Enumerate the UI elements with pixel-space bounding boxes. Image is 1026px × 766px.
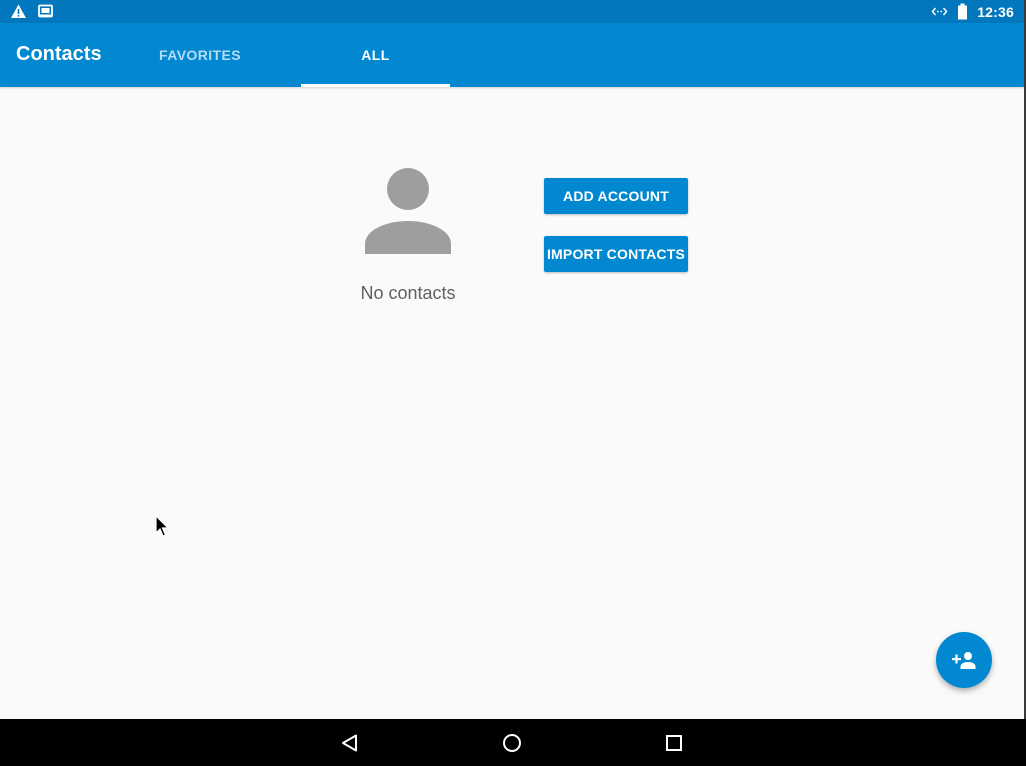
screen-icon <box>37 3 54 20</box>
import-contacts-button[interactable]: IMPORT CONTACTS <box>544 236 688 272</box>
add-person-icon <box>952 651 976 669</box>
tab-favorites[interactable]: FAVORITES <box>140 23 260 87</box>
tab-all[interactable]: ALL <box>301 23 450 87</box>
back-button[interactable] <box>326 719 374 766</box>
recents-icon <box>664 733 684 753</box>
data-sync-icon <box>931 3 948 20</box>
app-title: Contacts <box>16 43 102 65</box>
add-contact-fab[interactable] <box>936 632 992 688</box>
battery-icon <box>957 3 968 20</box>
empty-state-message: No contacts <box>360 283 456 303</box>
mouse-cursor-icon <box>155 514 171 539</box>
selected-tab-indicator <box>301 84 450 87</box>
app-bar: Contacts FAVORITES ALL <box>0 23 1024 87</box>
status-bar: 12:36 <box>0 0 1024 23</box>
status-clock: 12:36 <box>977 3 1014 20</box>
home-icon <box>502 733 522 753</box>
home-button[interactable] <box>488 719 536 766</box>
back-icon <box>340 733 360 753</box>
add-account-button[interactable]: ADD ACCOUNT <box>544 178 688 214</box>
warning-icon <box>10 3 27 20</box>
navigation-bar <box>0 719 1026 766</box>
person-icon <box>364 168 452 254</box>
recents-button[interactable] <box>650 719 698 766</box>
